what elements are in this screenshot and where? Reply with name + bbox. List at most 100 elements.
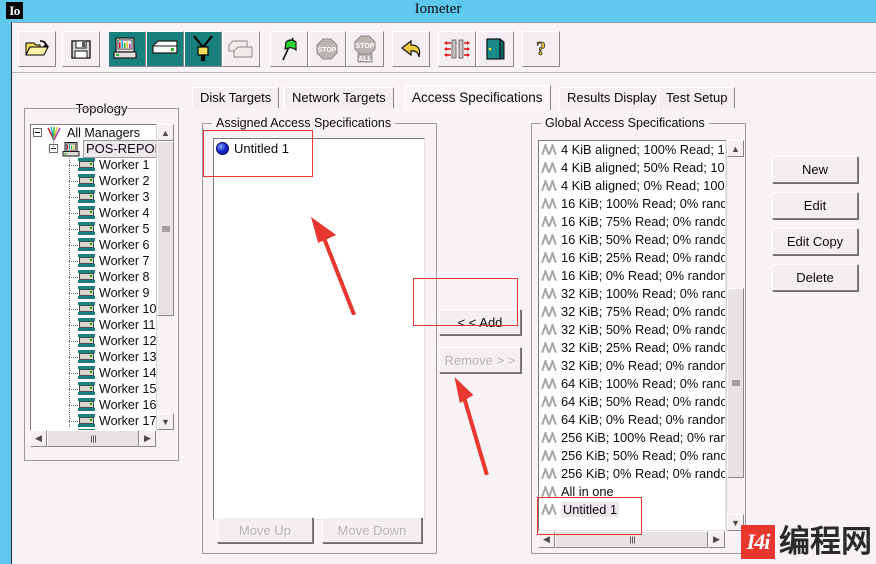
stop-test-button[interactable]: STOP <box>308 31 346 67</box>
add-button[interactable]: < < Add <box>439 309 521 335</box>
global-list-item[interactable]: 4 KiB aligned; 100% Read; 10 <box>539 141 725 159</box>
topology-scroll-right-button[interactable]: ▶ <box>139 430 156 447</box>
main-window: STOP STOP ALL ? Disk Targets Network Tar… <box>11 22 876 564</box>
assigned-list-item[interactable]: Untitled 1 <box>214 139 424 158</box>
tree-item-worker-11[interactable]: Worker 11 <box>31 317 172 333</box>
reset-button[interactable] <box>392 31 430 67</box>
help-button[interactable]: ? <box>522 31 560 67</box>
global-list-item[interactable]: 32 KiB; 75% Read; 0% randor <box>539 303 725 321</box>
tab-disk-targets[interactable]: Disk Targets <box>192 87 280 108</box>
topology-scroll-left-button[interactable]: ◀ <box>30 430 47 447</box>
topology-tree[interactable]: All Managers POS-REPORT Worker 1 Worker 2 Wo… <box>30 124 173 446</box>
global-list-item[interactable]: All in one <box>539 483 725 501</box>
global-hscroll-thumb[interactable] <box>555 531 708 548</box>
save-file-button[interactable] <box>62 31 100 67</box>
edit-button[interactable]: Edit <box>772 192 858 219</box>
access-spec-icon <box>541 143 557 156</box>
global-list-item[interactable]: 4 KiB aligned; 0% Read; 100% <box>539 177 725 195</box>
global-list-item[interactable]: 32 KiB; 0% Read; 0% random <box>539 357 725 375</box>
tree-item-worker-4[interactable]: Worker 4 <box>31 205 172 221</box>
global-scroll-thumb[interactable] <box>727 288 744 478</box>
tree-item-label: Worker 10 <box>99 302 157 316</box>
open-file-button[interactable] <box>18 31 56 67</box>
tree-item-worker-13[interactable]: Worker 13 <box>31 349 172 365</box>
worker-icon <box>78 414 95 427</box>
tree-item-worker-17[interactable]: Worker 17 <box>31 413 172 429</box>
tab-test-setup[interactable]: Test Setup <box>658 87 736 108</box>
topology-hscroll-thumb[interactable] <box>47 430 139 447</box>
global-scroll-left-button[interactable]: ◀ <box>538 531 555 548</box>
move-down-button[interactable]: Move Down <box>322 517 422 543</box>
tab-network-targets[interactable]: Network Targets <box>284 87 394 108</box>
delete-button[interactable]: Delete <box>772 264 858 291</box>
global-list-item[interactable]: 4 KiB aligned; 50% Read; 100 <box>539 159 725 177</box>
global-scroll-right-button[interactable]: ▶ <box>708 531 725 548</box>
tree-item-worker-16[interactable]: Worker 16 <box>31 397 172 413</box>
tree-expander-icon[interactable] <box>33 128 42 137</box>
scroll-grip-icon <box>89 435 97 442</box>
global-list-item[interactable]: 32 KiB; 50% Read; 0% randor <box>539 321 725 339</box>
access-spec-icon <box>541 485 557 498</box>
global-list-item[interactable]: 256 KiB; 0% Read; 0% randor <box>539 465 725 483</box>
topology-horizontal-scrollbar[interactable]: ◀ ▶ <box>30 430 173 447</box>
tab-results-display[interactable]: Results Display <box>559 87 665 108</box>
disconnect-button[interactable] <box>184 31 222 67</box>
topology-scroll-down-button[interactable]: ▼ <box>157 413 174 430</box>
move-up-button[interactable]: Move Up <box>217 517 313 543</box>
stop-all-button[interactable]: STOP ALL <box>346 31 384 67</box>
global-list-item[interactable]: 16 KiB; 0% Read; 0% random <box>539 267 725 285</box>
global-horizontal-scrollbar[interactable]: ◀ ▶ <box>538 531 743 548</box>
global-list[interactable]: 4 KiB aligned; 100% Read; 10 4 KiB aligne… <box>538 140 726 531</box>
edit-copy-button[interactable]: Edit Copy <box>772 228 858 255</box>
tree-item-worker-7[interactable]: Worker 7 <box>31 253 172 269</box>
start-tests-button[interactable] <box>270 31 308 67</box>
tree-item-worker-12[interactable]: Worker 12 <box>31 333 172 349</box>
swap-button[interactable] <box>438 31 476 67</box>
tree-item-worker-2[interactable]: Worker 2 <box>31 173 172 189</box>
remove-button[interactable]: Remove > > <box>439 347 521 373</box>
assigned-list[interactable]: Untitled 1 <box>213 138 425 520</box>
global-list-item[interactable]: 16 KiB; 50% Read; 0% randor <box>539 231 725 249</box>
tree-item-worker-3[interactable]: Worker 3 <box>31 189 172 205</box>
swap-arrows-icon <box>444 39 470 59</box>
tree-item-label: Worker 7 <box>99 254 150 268</box>
tree-item-worker-14[interactable]: Worker 14 <box>31 365 172 381</box>
tree-item-worker-6[interactable]: Worker 6 <box>31 237 172 253</box>
tree-item-worker-5[interactable]: Worker 5 <box>31 221 172 237</box>
exit-button[interactable] <box>476 31 514 67</box>
global-list-item[interactable]: 64 KiB; 50% Read; 0% randor <box>539 393 725 411</box>
tab-access-specifications[interactable]: Access Specifications <box>404 85 551 110</box>
global-list-item[interactable]: 16 KiB; 25% Read; 0% randor <box>539 249 725 267</box>
tree-item-worker-10[interactable]: Worker 10 <box>31 301 172 317</box>
worker-icon <box>78 334 95 347</box>
global-list-item[interactable]: 32 KiB; 100% Read; 0% rando <box>539 285 725 303</box>
global-list-item[interactable]: 16 KiB; 75% Read; 0% randor <box>539 213 725 231</box>
global-scroll-up-button[interactable]: ▲ <box>727 140 744 157</box>
access-spec-icon <box>541 413 557 426</box>
topology-scroll-up-button[interactable]: ▲ <box>157 124 174 141</box>
global-list-item[interactable]: 256 KiB; 50% Read; 0% rando <box>539 447 725 465</box>
global-list-item[interactable]: 64 KiB; 0% Read; 0% random <box>539 411 725 429</box>
tree-item-label: Worker 15 <box>99 382 157 396</box>
tree-item-label: Worker 8 <box>99 270 150 284</box>
access-spec-icon <box>541 431 557 444</box>
open-folder-icon <box>25 40 49 56</box>
global-list-item[interactable]: Untitled 1 <box>539 501 725 519</box>
global-vertical-scrollbar[interactable]: ▲ ▼ <box>726 140 744 531</box>
topology-vertical-scrollbar[interactable]: ▲ ▼ <box>156 124 174 430</box>
new-manager-button[interactable] <box>108 31 146 67</box>
duplicate-button[interactable] <box>222 31 260 67</box>
tree-item-worker-1[interactable]: Worker 1 <box>31 157 172 173</box>
tree-item-worker-15[interactable]: Worker 15 <box>31 381 172 397</box>
global-list-item[interactable]: 64 KiB; 100% Read; 0% rando <box>539 375 725 393</box>
global-list-item[interactable]: 256 KiB; 100% Read; 0% rand <box>539 429 725 447</box>
new-worker-button[interactable] <box>146 31 184 67</box>
global-list-item[interactable]: 16 KiB; 100% Read; 0% rando <box>539 195 725 213</box>
global-list-item[interactable]: 32 KiB; 25% Read; 0% randor <box>539 339 725 357</box>
new-button[interactable]: New <box>772 156 858 183</box>
blue-sphere-icon <box>216 142 229 155</box>
tree-item-worker-8[interactable]: Worker 8 <box>31 269 172 285</box>
tree-item-worker-9[interactable]: Worker 9 <box>31 285 172 301</box>
access-spec-icon <box>541 233 557 246</box>
topology-scroll-thumb[interactable] <box>157 141 174 316</box>
